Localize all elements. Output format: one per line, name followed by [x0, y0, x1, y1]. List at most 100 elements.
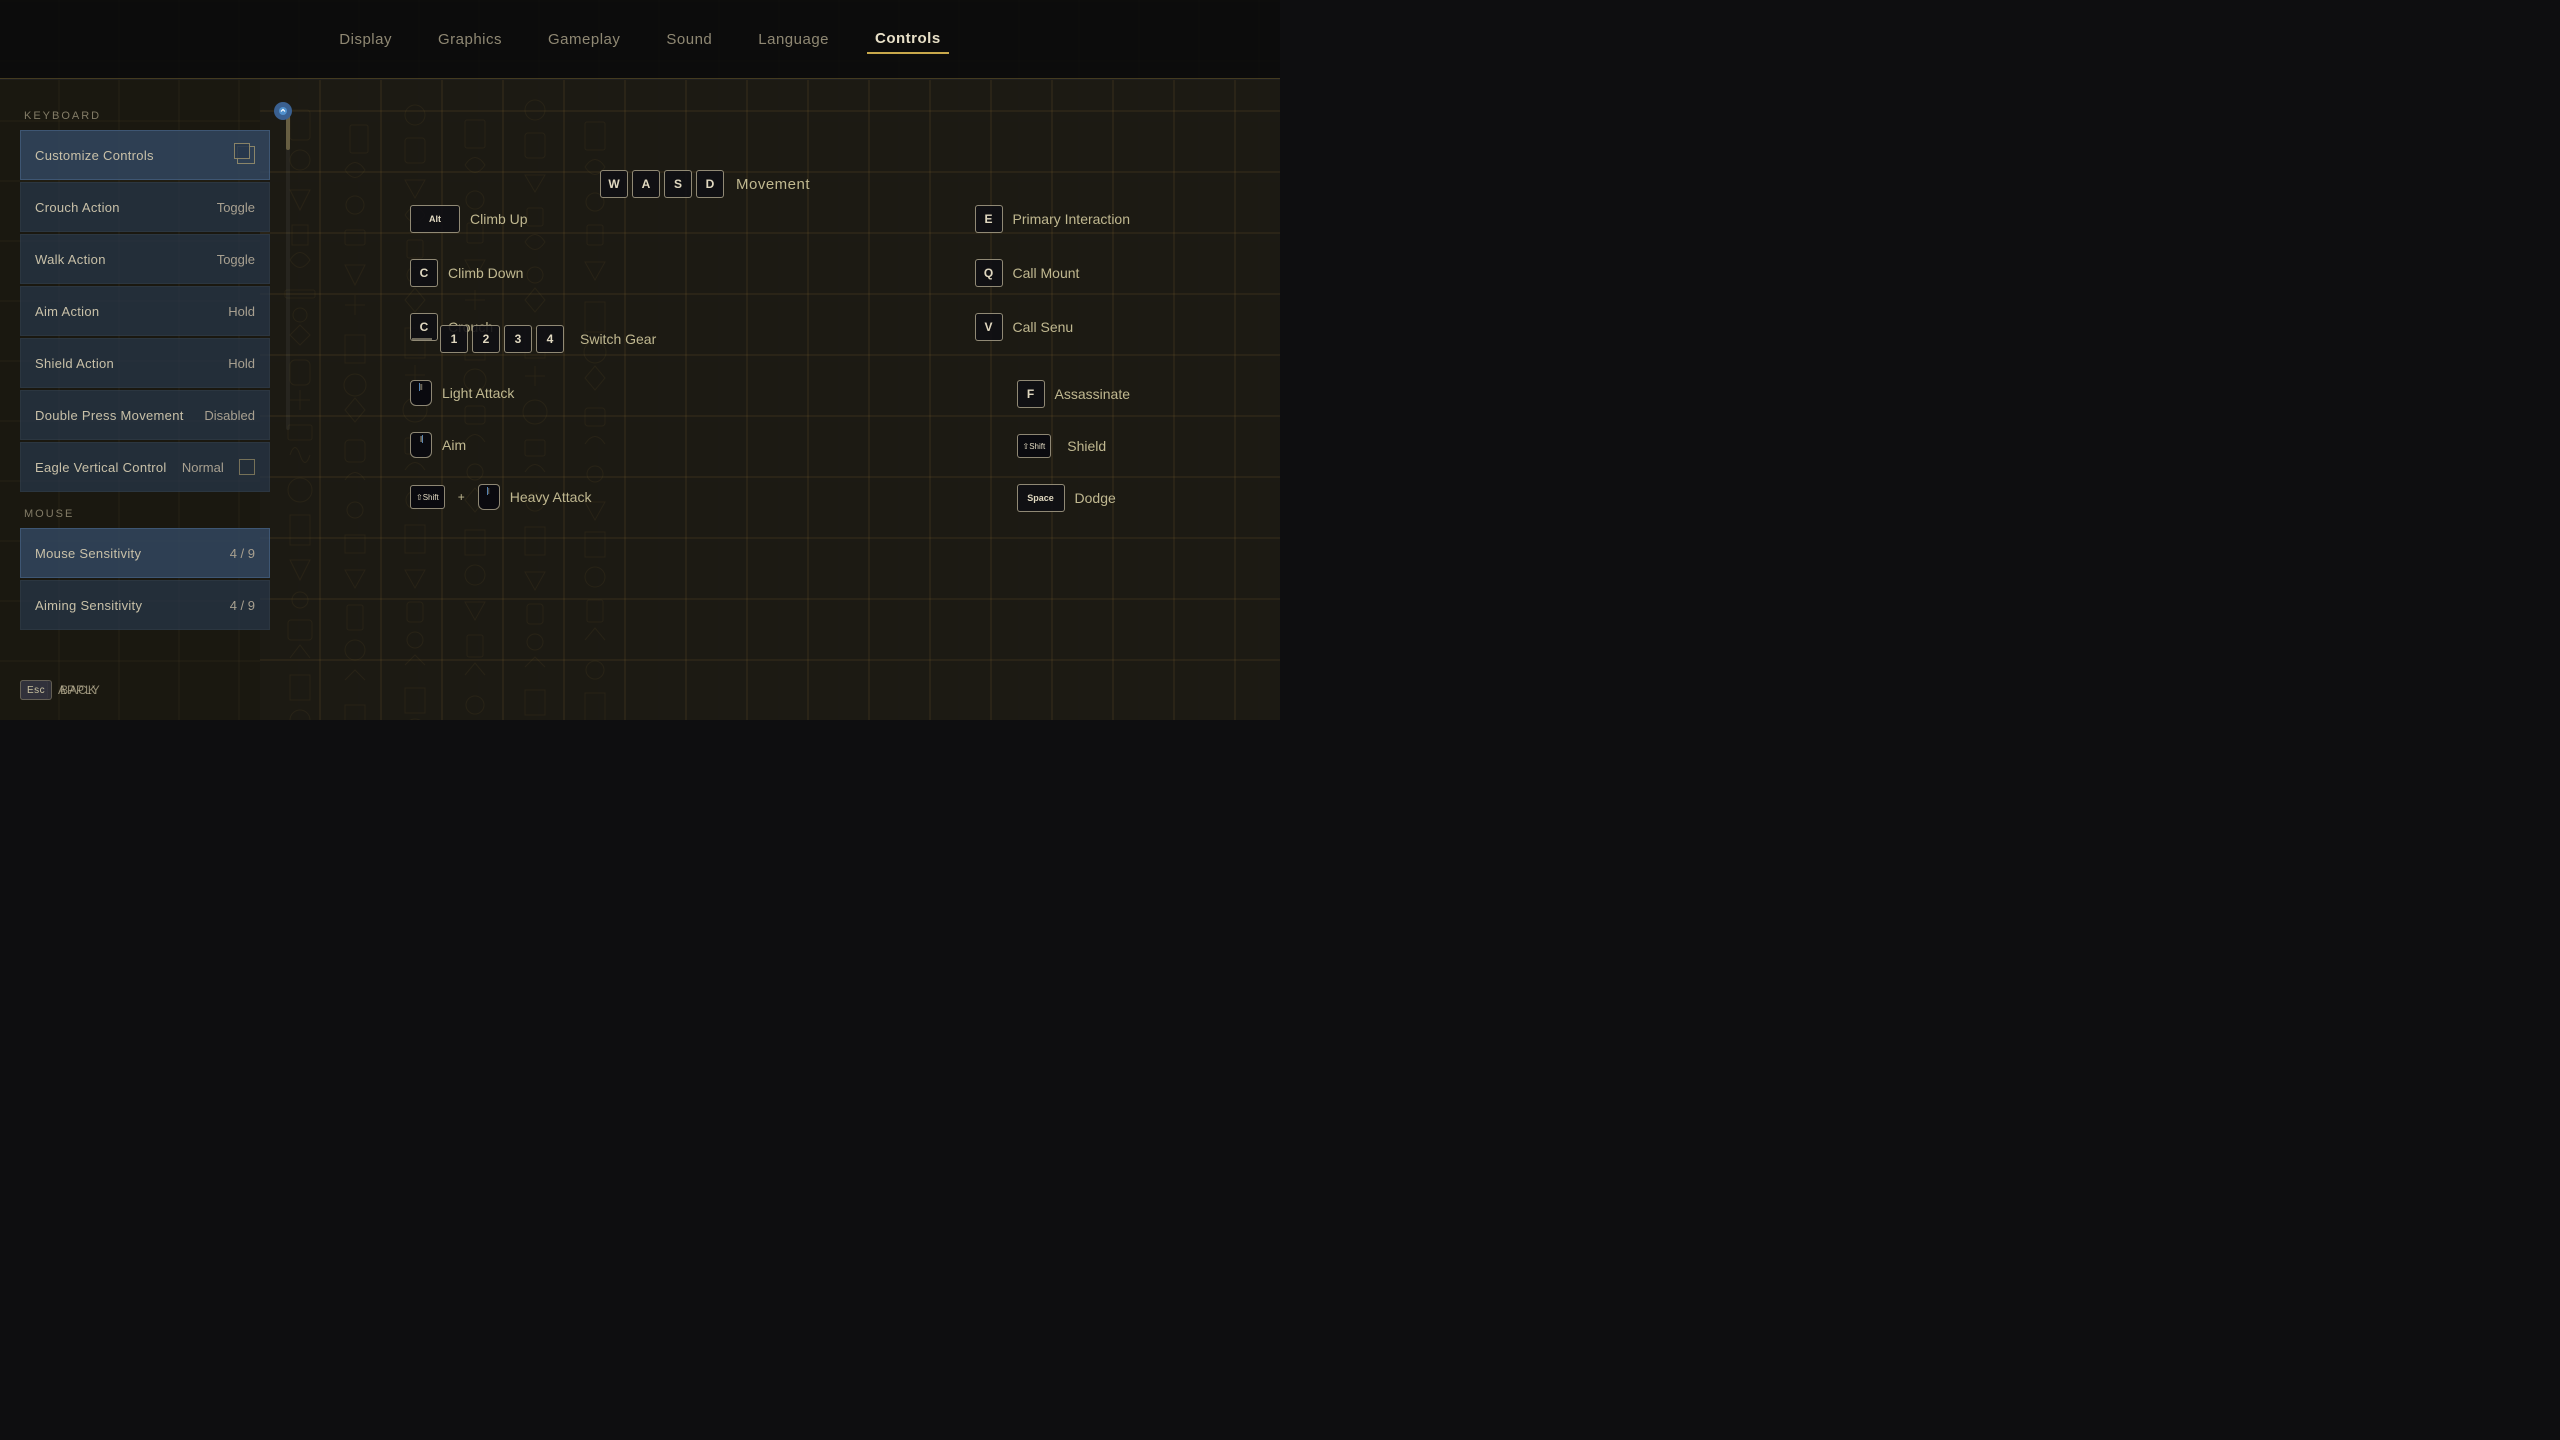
- key-e: E: [975, 205, 1003, 233]
- nav-sound[interactable]: Sound: [658, 26, 720, 53]
- settings-customize-controls[interactable]: Customize Controls: [20, 130, 270, 180]
- aim-action-label: Aim Action: [35, 304, 99, 319]
- control-assassinate: F Assassinate: [1017, 380, 1130, 408]
- settings-mouse-sensitivity[interactable]: Mouse Sensitivity 4 / 9: [20, 528, 270, 578]
- key-f: F: [1017, 380, 1045, 408]
- combat-right-column: F Assassinate ⇧Shift Shield Space Dodge: [1017, 380, 1130, 526]
- mouse-sensitivity-label: Mouse Sensitivity: [35, 546, 141, 561]
- control-call-mount: Q Call Mount: [975, 259, 1130, 287]
- aiming-sensitivity-value: 4 / 9: [230, 598, 255, 613]
- right-panel: W A S D Movement Alt Climb Up C Climb Do…: [260, 80, 1280, 720]
- key-a: A: [632, 170, 660, 198]
- crouch-action-value: Toggle: [217, 200, 255, 215]
- customize-controls-label: Customize Controls: [35, 148, 154, 163]
- nav-gameplay[interactable]: Gameplay: [540, 26, 628, 53]
- keyboard-section-label: KEYBOARD: [20, 110, 270, 122]
- action-call-senu: Call Senu: [1013, 319, 1074, 335]
- back-button-area[interactable]: Esc BACK: [20, 680, 97, 700]
- control-shield: ⇧Shift Shield: [1017, 434, 1130, 458]
- control-light-attack: Light Attack: [410, 380, 591, 406]
- combat-left-column: Light Attack Aim ⇧Shift +: [410, 380, 591, 526]
- double-press-value: Disabled: [204, 408, 255, 423]
- nav-language[interactable]: Language: [750, 26, 837, 53]
- action-shield: Shield: [1067, 438, 1106, 454]
- mouse-section-label: MOUSE: [20, 508, 270, 520]
- wasd-keys: W A S D: [600, 170, 724, 198]
- control-climb-up: Alt Climb Up: [410, 205, 528, 233]
- key-1: 1: [440, 325, 468, 353]
- control-dodge: Space Dodge: [1017, 484, 1130, 512]
- control-call-senu: V Call Senu: [975, 313, 1130, 341]
- settings-aiming-sensitivity[interactable]: Aiming Sensitivity 4 / 9: [20, 580, 270, 630]
- wasd-area: W A S D Movement: [600, 170, 810, 198]
- action-switch-gear: Switch Gear: [580, 331, 656, 347]
- eagle-vertical-checkbox[interactable]: [239, 459, 255, 475]
- back-label: BACK: [60, 683, 97, 697]
- action-assassinate: Assassinate: [1055, 386, 1130, 402]
- key-2: 2: [472, 325, 500, 353]
- mouse-left-icon: [410, 380, 432, 406]
- key-d: D: [696, 170, 724, 198]
- settings-eagle-vertical[interactable]: Eagle Vertical Control Normal: [20, 442, 270, 492]
- action-climb-down: Climb Down: [448, 265, 523, 281]
- action-dodge: Dodge: [1075, 490, 1116, 506]
- control-climb-down: C Climb Down: [410, 259, 528, 287]
- gear-numbers: 1 2 3 4: [440, 325, 564, 353]
- nav-divider: [0, 78, 1280, 79]
- back-key-badge: Esc: [20, 680, 52, 700]
- mouse-right-icon: [410, 432, 432, 458]
- action-aim: Aim: [442, 437, 466, 453]
- control-aim: Aim: [410, 432, 591, 458]
- mouse-left-icon-2: [478, 484, 500, 510]
- action-primary-interaction: Primary Interaction: [1013, 211, 1130, 227]
- key-v: V: [975, 313, 1003, 341]
- copy-icon: [237, 146, 255, 164]
- nav-controls[interactable]: Controls: [867, 25, 949, 54]
- right-column: E Primary Interaction Q Call Mount V Cal…: [975, 205, 1130, 355]
- key-alt: Alt: [410, 205, 460, 233]
- key-q: Q: [975, 259, 1003, 287]
- settings-double-press[interactable]: Double Press Movement Disabled: [20, 390, 270, 440]
- top-nav: Display Graphics Gameplay Sound Language…: [0, 0, 1280, 80]
- combat-section: Light Attack Aim ⇧Shift +: [410, 380, 1130, 526]
- action-heavy-attack: Heavy Attack: [510, 489, 592, 505]
- aim-action-value: Hold: [228, 304, 255, 319]
- keyboard-settings-list: Customize Controls Crouch Action Toggle …: [20, 130, 270, 492]
- shift-key-shield: ⇧Shift: [1017, 434, 1052, 458]
- double-press-label: Double Press Movement: [35, 408, 184, 423]
- left-panel: KEYBOARD Customize Controls Crouch Actio…: [20, 80, 270, 720]
- shield-action-label: Shield Action: [35, 356, 114, 371]
- crouch-action-label: Crouch Action: [35, 200, 120, 215]
- walk-action-value: Toggle: [217, 252, 255, 267]
- settings-walk-action[interactable]: Walk Action Toggle: [20, 234, 270, 284]
- settings-aim-action[interactable]: Aim Action Hold: [20, 286, 270, 336]
- key-3: 3: [504, 325, 532, 353]
- settings-shield-action[interactable]: Shield Action Hold: [20, 338, 270, 388]
- action-climb-up: Climb Up: [470, 211, 528, 227]
- eagle-vertical-label: Eagle Vertical Control: [35, 460, 167, 475]
- action-light-attack: Light Attack: [442, 385, 514, 401]
- shield-action-value: Hold: [228, 356, 255, 371]
- action-call-mount: Call Mount: [1013, 265, 1080, 281]
- control-heavy-attack: ⇧Shift + Heavy Attack: [410, 484, 591, 510]
- key-space: Space: [1017, 484, 1065, 512]
- key-s: S: [664, 170, 692, 198]
- mouse-settings-list: Mouse Sensitivity 4 / 9 Aiming Sensitivi…: [20, 528, 270, 630]
- settings-crouch-action[interactable]: Crouch Action Toggle: [20, 182, 270, 232]
- nav-graphics[interactable]: Graphics: [430, 26, 510, 53]
- key-4: 4: [536, 325, 564, 353]
- plus-sign: +: [458, 490, 465, 504]
- movement-label: Movement: [736, 176, 810, 193]
- aiming-sensitivity-label: Aiming Sensitivity: [35, 598, 142, 613]
- nav-display[interactable]: Display: [331, 26, 400, 53]
- key-w: W: [600, 170, 628, 198]
- shift-key: ⇧Shift: [410, 485, 445, 509]
- gear-dash-left: [412, 338, 432, 340]
- eagle-vertical-value: Normal: [182, 460, 224, 475]
- key-c-climb: C: [410, 259, 438, 287]
- controls-diagram: W A S D Movement Alt Climb Up C Climb Do…: [370, 150, 1170, 650]
- control-primary-interaction: E Primary Interaction: [975, 205, 1130, 233]
- walk-action-label: Walk Action: [35, 252, 106, 267]
- mouse-sensitivity-value: 4 / 9: [230, 546, 255, 561]
- gear-section: 1 2 3 4 Switch Gear: [410, 325, 656, 353]
